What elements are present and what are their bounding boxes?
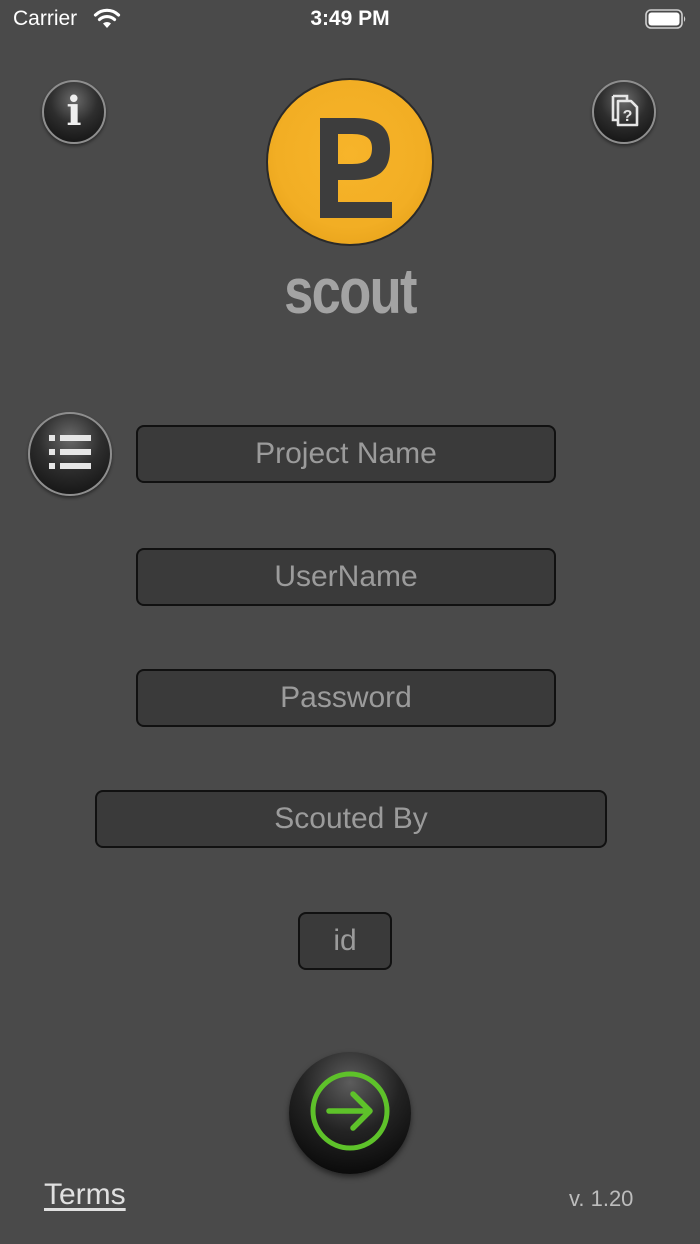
login-go-button[interactable]	[289, 1052, 411, 1174]
status-bar: Carrier 3:49 PM	[0, 0, 700, 40]
help-button[interactable]: ?	[592, 80, 656, 144]
list-icon	[47, 432, 93, 477]
password-input[interactable]: Password	[136, 669, 556, 727]
app-logo	[266, 78, 434, 246]
project-name-input[interactable]: Project Name	[136, 425, 556, 483]
version-label: v. 1.20	[569, 1186, 634, 1211]
info-button[interactable]: i	[42, 80, 106, 144]
svg-text:?: ?	[623, 108, 633, 125]
project-list-button[interactable]	[28, 412, 112, 496]
terms-link[interactable]: Terms	[44, 1178, 126, 1212]
logo-wordmark: scout	[284, 255, 417, 327]
username-placeholder: UserName	[274, 560, 418, 593]
id-input[interactable]: id	[298, 912, 392, 970]
scouted-by-input[interactable]: Scouted By	[95, 790, 607, 848]
scouted-by-placeholder: Scouted By	[274, 802, 428, 835]
password-placeholder: Password	[280, 681, 412, 714]
help-document-icon: ?	[605, 90, 643, 135]
arrow-right-circle-icon	[307, 1068, 393, 1159]
battery-icon	[645, 9, 686, 29]
logo-mark	[320, 118, 392, 218]
id-placeholder: id	[333, 924, 357, 957]
project-name-placeholder: Project Name	[255, 437, 437, 470]
info-icon: i	[66, 88, 82, 135]
clock: 3:49 PM	[310, 7, 390, 30]
username-input[interactable]: UserName	[136, 548, 556, 606]
